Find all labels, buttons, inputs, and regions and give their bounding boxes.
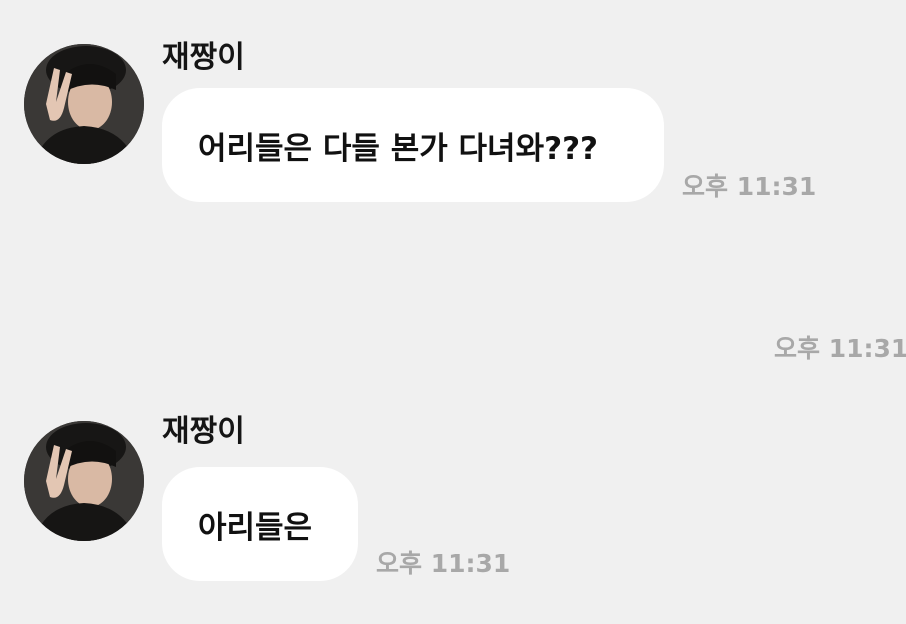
message-timestamp: 오후 11:31 [774,334,906,363]
message-bubble[interactable]: 어리들은 다들 본가 다녀와??? [162,88,664,202]
sender-avatar[interactable] [24,44,144,164]
profile-photo-icon [24,421,144,541]
sender-name: 재짱이 [162,40,245,75]
message-timestamp: 오후 11:31 [376,549,511,578]
message-bubble[interactable]: 아리들은 [162,467,358,581]
message-timestamp: 오후 11:31 [682,172,817,201]
sender-name: 재짱이 [162,414,245,449]
sender-avatar[interactable] [24,421,144,541]
profile-photo-icon [24,44,144,164]
